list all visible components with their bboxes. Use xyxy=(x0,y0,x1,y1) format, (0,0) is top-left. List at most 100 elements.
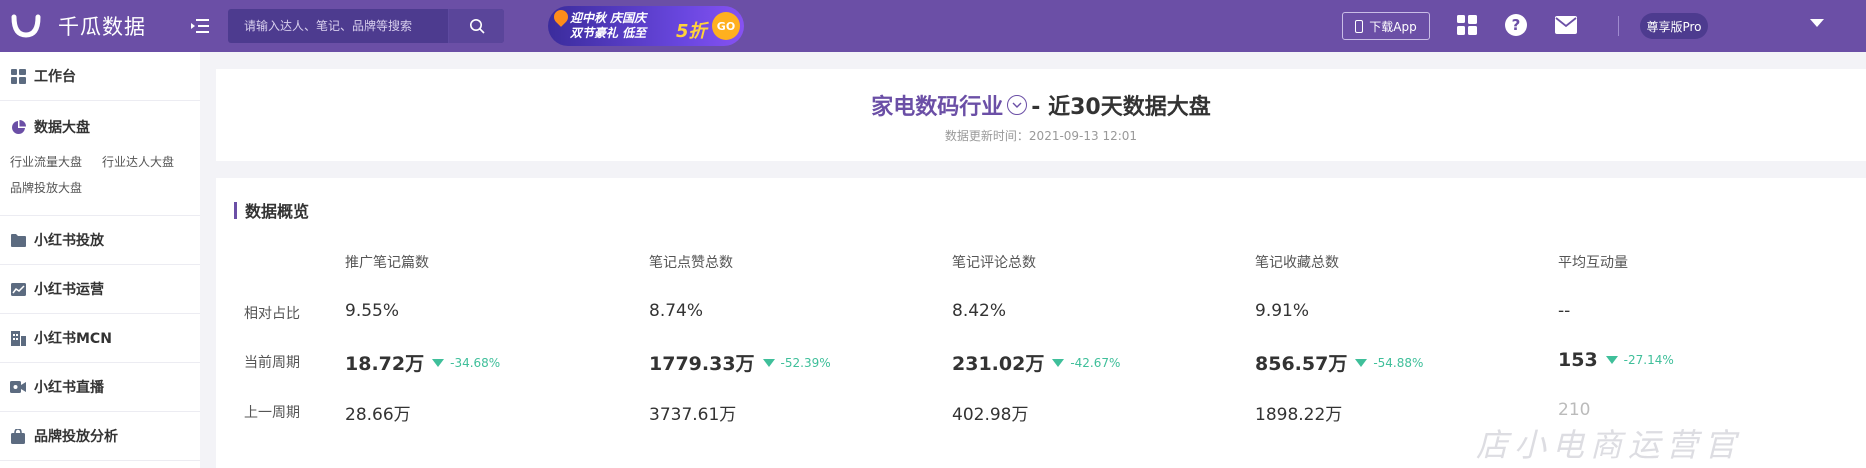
sidebar-item-label: 工作台 xyxy=(34,69,76,85)
section-title-bar xyxy=(234,201,237,219)
sidebar-item-label: 数据大盘 xyxy=(34,120,90,136)
update-time: 数据更新时间：2021-09-13 12:01 xyxy=(944,129,1138,143)
promo-go-badge: GO xyxy=(712,12,740,40)
previous-value: 3737.61万 xyxy=(649,405,737,425)
phone-icon xyxy=(1355,19,1364,33)
sidebar-submenu: 行业流量大盘 行业达人大盘 品牌投放大盘 xyxy=(10,149,200,201)
mail-icon[interactable] xyxy=(1555,16,1577,34)
pie-chart-icon xyxy=(10,119,26,135)
sidebar-item-brand-analysis[interactable]: 品牌投放分析 xyxy=(0,412,200,461)
ratio-value: 9.91% xyxy=(1255,301,1310,321)
down-arrow-icon xyxy=(762,358,775,367)
ratio-value: 9.55% xyxy=(345,301,400,321)
watermark: 店小电商运营官 xyxy=(1476,426,1743,464)
page-header-card: 家电数码行业 - 近30天数据大盘 数据更新时间：2021-09-13 12:0… xyxy=(216,69,1866,161)
sidebar-item-xhs-ads[interactable]: 小红书投放 xyxy=(0,216,200,265)
current-value: 1779.33万 xyxy=(649,353,755,375)
current-period-cell: 231.02万 -42.67% xyxy=(952,349,1120,376)
search-box xyxy=(228,9,504,43)
current-period-cell: 856.57万 -54.88% xyxy=(1255,349,1423,376)
industry-selector[interactable]: 家电数码行业 xyxy=(871,89,1003,121)
apps-grid-icon[interactable] xyxy=(1456,14,1478,36)
change-percent: -52.39% xyxy=(780,355,831,370)
logo[interactable]: 千瓜数据 xyxy=(8,8,146,44)
help-icon[interactable]: ? xyxy=(1505,14,1527,36)
building-icon xyxy=(10,330,26,346)
section-title-text: 数据概览 xyxy=(245,202,310,221)
current-value: 153 xyxy=(1558,349,1598,371)
sidebar-item-xhs-operations[interactable]: 小红书运营 xyxy=(0,265,200,314)
change-percent: -34.68% xyxy=(450,355,501,370)
current-value: 856.57万 xyxy=(1255,353,1348,375)
trend-icon xyxy=(10,281,26,297)
page-title: 家电数码行业 - 近30天数据大盘 xyxy=(216,89,1866,121)
sidebar-item-xhs-mcn[interactable]: 小红书MCN xyxy=(0,314,200,363)
section-title: 数据概览 xyxy=(234,198,309,222)
folder-icon xyxy=(10,232,26,248)
dashboard-icon xyxy=(10,68,26,84)
change-percent: -54.88% xyxy=(1373,355,1424,370)
column-header: 推广笔记篇数 xyxy=(345,255,429,271)
ratio-value: -- xyxy=(1558,301,1571,321)
promo-banner[interactable]: 迎中秋 庆国庆 双节豪礼 低至 5折 GO xyxy=(548,6,744,46)
sidebar-subitem-industry-kol[interactable]: 行业达人大盘 xyxy=(102,149,174,175)
current-value: 18.72万 xyxy=(345,353,425,375)
tier-badge[interactable]: 尊享版Pro xyxy=(1640,13,1708,39)
sidebar-item-label: 小红书投放 xyxy=(34,233,104,249)
flame-icon xyxy=(551,7,571,27)
previous-value: 402.98万 xyxy=(952,405,1029,425)
sidebar-group-data-overview: 数据大盘 行业流量大盘 行业达人大盘 品牌投放大盘 xyxy=(0,101,200,216)
page-title-text: - 近30天数据大盘 xyxy=(1031,95,1211,120)
previous-value: 28.66万 xyxy=(345,405,411,425)
promo-text: 迎中秋 庆国庆 双节豪礼 低至 xyxy=(570,11,646,41)
current-value: 231.02万 xyxy=(952,353,1045,375)
sidebar-item-label: 品牌投放分析 xyxy=(34,429,118,445)
download-app-button[interactable]: 下载App xyxy=(1342,12,1430,40)
down-arrow-icon xyxy=(1052,358,1065,367)
promo-discount: 5折 xyxy=(676,21,707,42)
search-button[interactable] xyxy=(448,9,504,43)
promo-line1: 迎中秋 庆国庆 xyxy=(570,11,647,25)
logo-icon xyxy=(8,8,44,44)
previous-value: 210 xyxy=(1558,400,1591,420)
chevron-down-icon[interactable] xyxy=(1007,95,1028,115)
ratio-value: 8.74% xyxy=(649,301,704,321)
sidebar-subitem-industry-traffic[interactable]: 行业流量大盘 xyxy=(10,149,82,175)
sidebar-subitem-brand-ads[interactable]: 品牌投放大盘 xyxy=(10,175,82,201)
chevron-down-icon[interactable] xyxy=(1810,19,1824,27)
column-header: 平均互动量 xyxy=(1558,255,1628,271)
sidebar-item-label: 小红书运营 xyxy=(34,282,104,298)
sidebar-item-data-overview[interactable]: 数据大盘 xyxy=(10,117,200,137)
bag-icon xyxy=(10,428,26,444)
top-nav-bar: 千瓜数据 迎中秋 庆国庆 双节豪礼 低至 5折 GO 下载App ? 尊享版Pr… xyxy=(0,0,1866,52)
current-period-cell: 18.72万 -34.68% xyxy=(345,349,500,376)
down-arrow-icon xyxy=(432,358,445,367)
search-input[interactable] xyxy=(228,9,448,43)
promo-line2: 双节豪礼 低至 xyxy=(570,26,647,40)
sidebar-item-label: 小红书直播 xyxy=(34,380,104,396)
download-app-label: 下载App xyxy=(1369,19,1417,34)
current-period-cell: 153 -27.14% xyxy=(1558,349,1674,371)
previous-value: 1898.22万 xyxy=(1255,405,1343,425)
column-header: 笔记点赞总数 xyxy=(649,255,733,271)
search-icon xyxy=(469,19,485,34)
app-name: 千瓜数据 xyxy=(58,15,146,39)
menu-toggle-icon[interactable] xyxy=(190,16,210,36)
column-header: 笔记收藏总数 xyxy=(1255,255,1339,271)
row-label: 相对占比 xyxy=(244,306,300,322)
video-icon xyxy=(10,379,26,395)
sidebar-item-workbench[interactable]: 工作台 xyxy=(0,52,200,101)
row-label: 上一周期 xyxy=(244,405,300,421)
ratio-value: 8.42% xyxy=(952,301,1007,321)
down-arrow-icon xyxy=(1605,356,1618,364)
row-label: 当前周期 xyxy=(244,355,300,371)
column-header: 笔记评论总数 xyxy=(952,255,1036,271)
change-percent: -42.67% xyxy=(1070,355,1121,370)
sidebar-item-label: 小红书MCN xyxy=(34,331,112,347)
topbar-divider xyxy=(1618,16,1619,36)
down-arrow-icon xyxy=(1355,358,1368,367)
sidebar: 工作台 数据大盘 行业流量大盘 行业达人大盘 品牌投放大盘 小红书投放 小红书运… xyxy=(0,52,200,468)
sidebar-item-xhs-live[interactable]: 小红书直播 xyxy=(0,363,200,412)
current-period-cell: 1779.33万 -52.39% xyxy=(649,349,831,376)
change-percent: -27.14% xyxy=(1623,353,1674,367)
